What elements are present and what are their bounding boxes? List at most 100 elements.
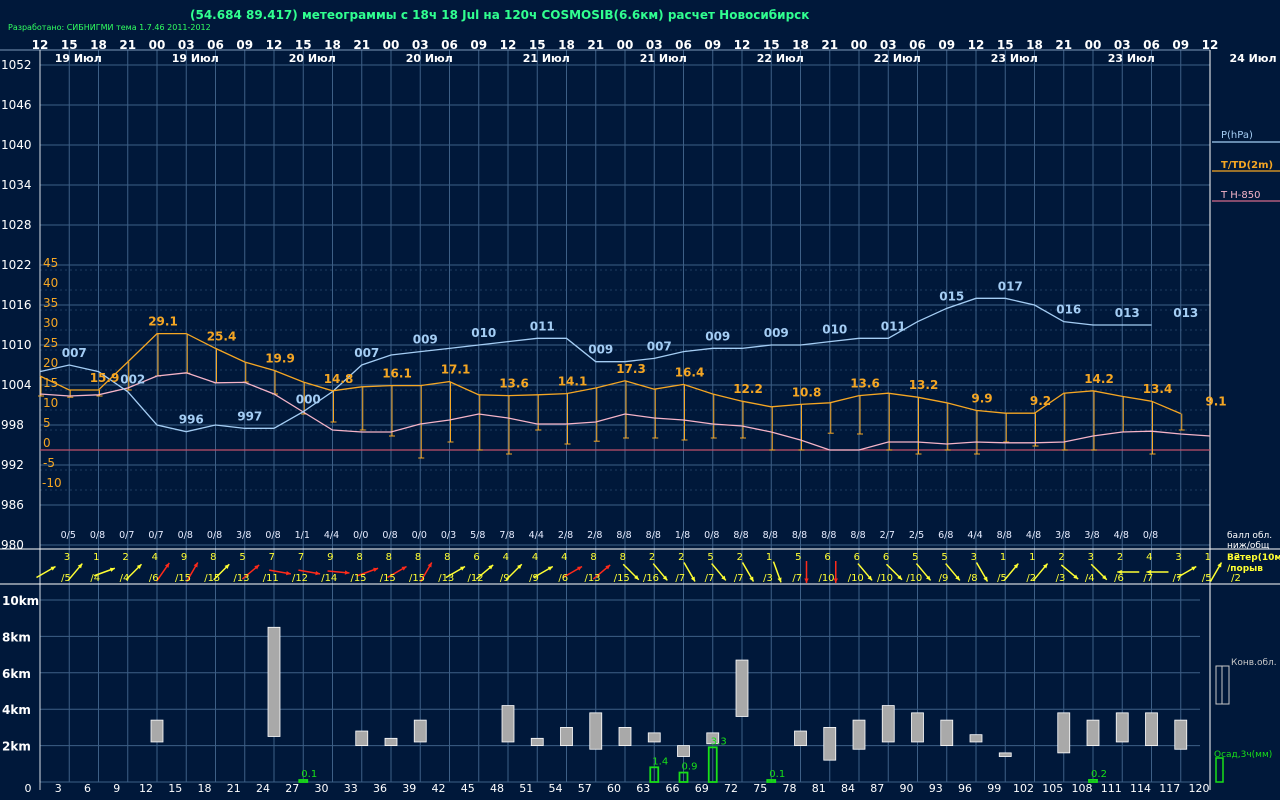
cloud-cover-label: 2/7 xyxy=(880,530,895,541)
bottom-hour-label: 39 xyxy=(402,782,416,795)
wind-speed-label: 8 xyxy=(444,552,450,563)
pressure-tick-label: 1016 xyxy=(1,298,32,312)
bottom-hour-label: 0 xyxy=(25,782,32,795)
cloud-cover-label: 8/8 xyxy=(997,530,1012,541)
wind-speed-label: 8 xyxy=(386,552,392,563)
wind-gust-label: /4 xyxy=(90,573,100,584)
pressure-tick-label: 1010 xyxy=(1,338,32,352)
hour-tick-label: 12 xyxy=(500,38,517,52)
temp-value-label: 13.4 xyxy=(1143,382,1173,396)
wind-speed-label: 2 xyxy=(1058,552,1064,563)
pressure-tick-label: 986 xyxy=(1,498,24,512)
hour-tick-label: 18 xyxy=(792,38,809,52)
pressure-tick-label: 1040 xyxy=(1,138,32,152)
temp-value-label: 19.9 xyxy=(265,351,295,365)
convective-cloud-bar xyxy=(1057,712,1071,754)
temp-tick-label: 45 xyxy=(43,256,58,270)
precip-axis-label: Осад,3ч(мм) xyxy=(1214,750,1272,760)
bottom-hour-label: 117 xyxy=(1159,782,1180,795)
bottom-hour-label: 45 xyxy=(461,782,475,795)
bottom-hour-label: 60 xyxy=(607,782,621,795)
temp-value-label: 12.2 xyxy=(733,382,763,396)
convective-cloud-bar xyxy=(969,734,983,743)
pressure-tick-label: 1052 xyxy=(1,58,32,72)
temp-value-label: 9.2 xyxy=(1030,394,1051,408)
cloud-cover-label: 8/8 xyxy=(850,530,865,541)
convective-cloud-bar xyxy=(384,737,398,747)
temp-tick-label: 10 xyxy=(43,396,58,410)
cloud-cover-label: 2/8 xyxy=(587,530,602,541)
wind-gust-label: /3 xyxy=(763,573,773,584)
date-label: 20 Июл xyxy=(289,52,336,65)
bottom-hour-label: 84 xyxy=(841,782,855,795)
wind-gust-label: /4 xyxy=(1085,573,1095,584)
convective-cloud-bar xyxy=(501,705,515,743)
wind-speed-label: 4 xyxy=(561,552,567,563)
pressure-value-label: 997 xyxy=(237,409,262,423)
convective-cloud-bar xyxy=(998,752,1012,757)
wind-gust-label: /13 xyxy=(233,573,249,584)
convective-cloud-label: Конв.обл. xyxy=(1231,658,1277,668)
bottom-hour-label: 57 xyxy=(578,782,592,795)
cloud-cover-label: 4/8 xyxy=(1114,530,1129,541)
convective-cloud-bar xyxy=(677,745,690,757)
bottom-hour-label: 99 xyxy=(987,782,1001,795)
hour-tick-label: 18 xyxy=(90,38,107,52)
hour-tick-label: 00 xyxy=(149,38,166,52)
cloud-cover-label: 5/8 xyxy=(470,530,485,541)
wind-speed-label: 8 xyxy=(415,552,421,563)
hour-tick-label: 03 xyxy=(1114,38,1131,52)
pressure-value-label: 007 xyxy=(354,346,379,360)
cloud-cover-label: 3/8 xyxy=(1055,530,1070,541)
wind-gust-label: /6 xyxy=(1114,573,1124,584)
wind-speed-label: 4 xyxy=(532,552,538,563)
cloud-cover-label: 4/8 xyxy=(1026,530,1041,541)
height-tick-label: 6km xyxy=(2,667,31,681)
height-tick-label: 8km xyxy=(2,630,31,644)
hour-tick-label: 15 xyxy=(61,38,78,52)
wind-speed-label: 5 xyxy=(912,552,918,563)
temp-tick-label: 15 xyxy=(43,376,58,390)
height-tick-label: 4km xyxy=(2,703,31,717)
pressure-value-label: 017 xyxy=(998,279,1023,293)
date-label: 21 Июл xyxy=(523,52,570,65)
cloud-cover-label: 0/0 xyxy=(412,530,427,541)
cloud-cover-label: 1/8 xyxy=(675,530,690,541)
wind-speed-label: 7 xyxy=(269,552,275,563)
wind-speed-label: 2 xyxy=(678,552,684,563)
bottom-hour-label: 48 xyxy=(490,782,504,795)
wind-gust-label: /3 xyxy=(1056,573,1066,584)
date-label: 23 Июл xyxy=(1108,52,1155,65)
wind-speed-label: 2 xyxy=(649,552,655,563)
temp-tick-label: 5 xyxy=(43,416,51,430)
cloud-cover-label: 0/8 xyxy=(704,530,719,541)
hour-tick-label: 15 xyxy=(763,38,780,52)
pressure-value-label: 002 xyxy=(120,373,145,387)
hour-tick-label: 03 xyxy=(646,38,663,52)
bottom-hour-label: 102 xyxy=(1013,782,1034,795)
wind-speed-label: 3 xyxy=(1175,552,1181,563)
wind-speed-label: 2 xyxy=(122,552,128,563)
wind-gust-label: /2 xyxy=(1231,573,1241,584)
cloud-cover-label: 8/8 xyxy=(646,530,661,541)
cloud-cover-label: 0/8 xyxy=(1143,530,1158,541)
bottom-hour-label: 96 xyxy=(958,782,972,795)
temp-tick-label: 25 xyxy=(43,336,58,350)
wind-speed-label: 6 xyxy=(854,552,860,563)
wind-gust-label: /6 xyxy=(558,573,568,584)
wind-gust-label: /16 xyxy=(643,573,659,584)
chart-title: (54.684 89.417) метеограммы с 18ч 18 Jul… xyxy=(190,8,809,22)
hour-tick-label: 18 xyxy=(1026,38,1043,52)
bottom-hour-label: 15 xyxy=(168,782,182,795)
temp-value-label: 17.3 xyxy=(616,362,646,376)
wind-speed-label: 7 xyxy=(298,552,304,563)
temp-value-label: 10.8 xyxy=(792,385,822,399)
bottom-hour-label: 108 xyxy=(1072,782,1093,795)
temp-tick-label: 0 xyxy=(43,436,51,450)
bottom-hour-label: 9 xyxy=(113,782,120,795)
wind-speed-label: 8 xyxy=(356,552,362,563)
pressure-tick-label: 1022 xyxy=(1,258,32,272)
temp-tick-label: 40 xyxy=(43,276,58,290)
cloud-cover-label: 8/8 xyxy=(792,530,807,541)
convective-cloud-bar xyxy=(560,727,573,747)
